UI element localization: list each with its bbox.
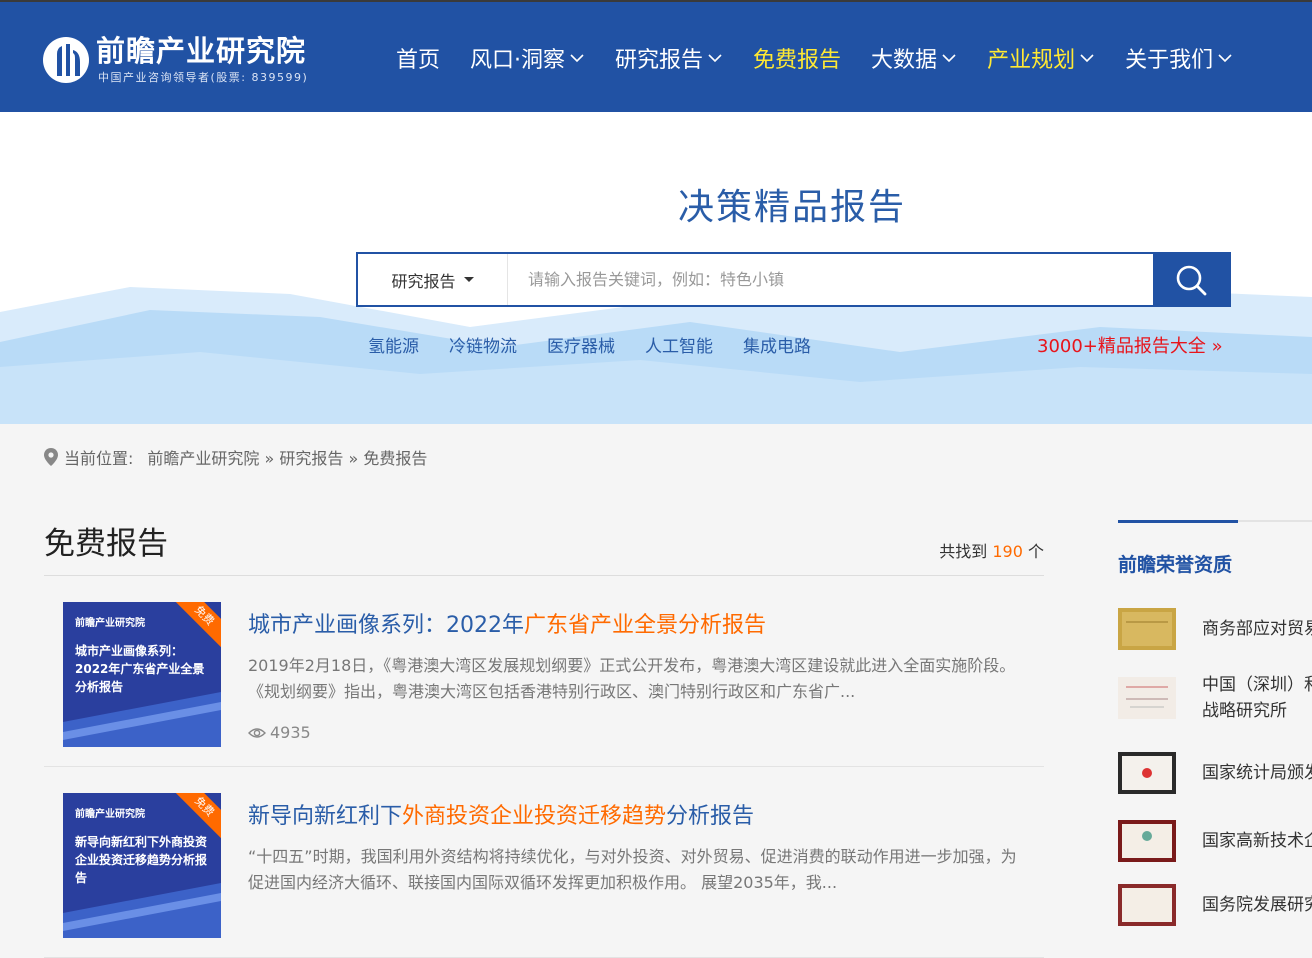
- hot-tag[interactable]: 氢能源: [368, 332, 419, 357]
- honor-certificate-icon: [1118, 677, 1176, 719]
- honor-text: 商务部应对贸易: [1202, 619, 1312, 639]
- hot-tags: 氢能源 冷链物流 医疗器械 人工智能 集成电路: [368, 332, 841, 357]
- honor-item[interactable]: 商务部应对贸易: [1118, 608, 1312, 650]
- nav-item-bigdata[interactable]: 大数据: [871, 42, 957, 74]
- site-logo[interactable]: 前瞻产业研究院 中国产业咨询领导者(股票: 839599): [42, 34, 332, 86]
- list-header: 免费报告 共找到 190 个: [44, 518, 1044, 576]
- eye-icon: [248, 727, 266, 738]
- title-part: 分析报告: [666, 804, 755, 829]
- nav-item-free-reports[interactable]: 免费报告: [753, 42, 841, 74]
- search-input[interactable]: [508, 254, 1153, 305]
- sidebar-divider: [1118, 520, 1312, 523]
- cover-text: 城市产业画像系列：2022年广东省产业全景分析报告: [75, 644, 205, 694]
- chevron-down-icon: [942, 54, 956, 63]
- report-title[interactable]: 新导向新红利下外商投资企业投资迁移趋势分析报告: [248, 798, 754, 830]
- count-number: 190: [992, 542, 1023, 561]
- hero-banner: 决策精品报告 研究报告 氢能源 冷链物流 医疗器械 人工智能 集成电路 3000…: [0, 112, 1312, 424]
- hot-tag[interactable]: 医疗器械: [547, 332, 615, 357]
- nav-item-planning[interactable]: 产业规划: [987, 42, 1095, 74]
- report-description: 2019年2月18日，《粤港澳大湾区发展规划纲要》正式公开发布，粤港澳大湾区建设…: [248, 656, 1016, 701]
- title-highlight: 外商投资企业投资迁移趋势: [402, 804, 667, 829]
- honor-item[interactable]: 国家高新技术企: [1118, 820, 1312, 862]
- honor-text-line: 战略研究所: [1202, 701, 1287, 721]
- chevron-down-icon: [1218, 54, 1232, 63]
- honor-text: 国家统计局颁发: [1202, 763, 1312, 783]
- logo-subtitle: 中国产业咨询领导者(股票: 839599): [98, 71, 309, 84]
- honor-text: 国务院发展研究: [1202, 895, 1312, 915]
- sidebar-title: 前瞻荣誉资质: [1118, 554, 1233, 576]
- sidebar-accent-bar: [1118, 520, 1238, 523]
- cover-logo: 前瞻产业研究院: [75, 618, 145, 629]
- search-button[interactable]: [1153, 254, 1229, 305]
- honor-certificate-icon: [1118, 752, 1176, 794]
- page-title: 免费报告: [44, 526, 168, 562]
- search-type-label: 研究报告: [391, 271, 456, 291]
- honor-text-line: 中国（深圳）和: [1202, 675, 1312, 695]
- view-number: 4935: [270, 723, 311, 742]
- caret-down-icon: [463, 277, 474, 282]
- report-cover[interactable]: 前瞻产业研究院 新导向新红利下外商投资企业投资迁移趋势分析报告 免费: [63, 793, 221, 938]
- nav-label: 关于我们: [1125, 48, 1214, 73]
- hot-tag[interactable]: 人工智能: [645, 332, 713, 357]
- title-part: 城市产业画像系列：2022年: [248, 613, 524, 638]
- cover-text: 新导向新红利下外商投资企业投资迁移趋势分析报告: [75, 835, 208, 885]
- nav-item-home[interactable]: 首页: [396, 42, 440, 74]
- hot-tag[interactable]: 集成电路: [743, 332, 811, 357]
- nav-item-insight[interactable]: 风口·洞察: [470, 42, 585, 74]
- nav-item-about[interactable]: 关于我们: [1125, 42, 1233, 74]
- honor-item[interactable]: 国务院发展研究: [1118, 884, 1312, 926]
- search-bar: 研究报告: [356, 252, 1231, 307]
- nav-label: 产业规划: [987, 48, 1076, 73]
- honor-text: 国家高新技术企: [1202, 831, 1312, 851]
- honor-item[interactable]: 国家统计局颁发: [1118, 752, 1312, 794]
- view-count: 4935: [248, 723, 311, 742]
- honor-item[interactable]: 中国（深圳）和 战略研究所: [1118, 672, 1312, 724]
- report-description: “十四五”时期，我国利用外资结构将持续优化，与对外投资、对外贸易、促进消费的联动…: [248, 847, 1017, 892]
- chevron-down-icon: [570, 54, 584, 63]
- title-highlight: 广东省产业全景分析报告: [524, 613, 767, 638]
- count-prefix: 共找到: [939, 542, 988, 561]
- nav-label: 研究报告: [615, 48, 704, 73]
- honor-certificate-icon: [1118, 884, 1176, 926]
- top-navbar: 前瞻产业研究院 中国产业咨询领导者(股票: 839599) 首页 风口·洞察 研…: [0, 0, 1312, 112]
- chevron-down-icon: [1080, 54, 1094, 63]
- honor-text: 中国（深圳）和 战略研究所: [1202, 672, 1312, 724]
- honor-certificate-icon: [1118, 608, 1176, 650]
- logo-title: 前瞻产业研究院: [96, 34, 307, 68]
- count-suffix: 个: [1027, 542, 1044, 561]
- all-reports-link[interactable]: 3000+精品报告大全 »: [1037, 332, 1223, 358]
- hero-title: 决策精品报告: [677, 187, 906, 228]
- hot-tag[interactable]: 冷链物流: [449, 332, 517, 357]
- location-pin-icon: [44, 448, 58, 466]
- nav-label: 首页: [396, 48, 441, 73]
- nav-label: 大数据: [871, 48, 938, 73]
- report-item: 前瞻产业研究院 新导向新红利下外商投资企业投资迁移趋势分析报告 免费 新导向新红…: [44, 768, 1044, 958]
- search-type-select[interactable]: 研究报告: [358, 254, 508, 305]
- nav-label: 风口·洞察: [470, 48, 566, 73]
- report-item: 前瞻产业研究院 城市产业画像系列：2022年广东省产业全景分析报告 免费 城市产…: [44, 577, 1044, 767]
- honor-certificate-icon: [1118, 820, 1176, 862]
- main-nav: 首页 风口·洞察 研究报告 免费报告 大数据 产业规划 关于我们: [396, 42, 1263, 74]
- search-icon: [1176, 265, 1207, 295]
- report-title[interactable]: 城市产业画像系列：2022年广东省产业全景分析报告: [248, 607, 766, 639]
- nav-label: 免费报告: [753, 48, 842, 73]
- breadcrumb: 当前位置: 前瞻产业研究院 » 研究报告 » 免费报告: [44, 445, 427, 469]
- title-part: 新导向新红利下: [248, 804, 403, 829]
- report-cover[interactable]: 前瞻产业研究院 城市产业画像系列：2022年广东省产业全景分析报告 免费: [63, 602, 221, 747]
- result-count: 共找到 190 个: [939, 538, 1044, 562]
- sidebar-honors: 前瞻荣誉资质 商务部应对贸易 中国（深圳）和 战略研究所 国家统计局颁发 国家高…: [1118, 520, 1312, 926]
- logo-mark-icon: [43, 37, 89, 83]
- breadcrumb-prefix: 当前位置:: [64, 449, 134, 468]
- cover-logo: 前瞻产业研究院: [75, 809, 145, 820]
- breadcrumb-path[interactable]: 前瞻产业研究院 » 研究报告 » 免费报告: [147, 445, 427, 469]
- nav-item-research[interactable]: 研究报告: [615, 42, 723, 74]
- chevron-down-icon: [708, 54, 722, 63]
